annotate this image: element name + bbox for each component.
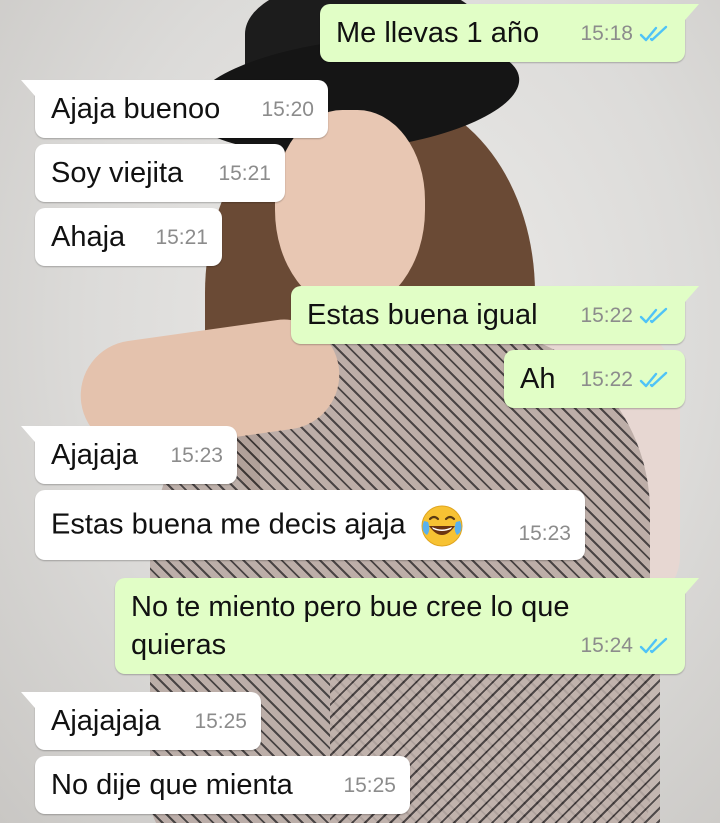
double-check-icon	[639, 307, 668, 324]
message-bubble-incoming[interactable]: Ajaja buenoo 15:20	[21, 80, 328, 138]
message-bubble-incoming[interactable]: Estas buena me decis ajaja 15:23	[35, 490, 585, 560]
message-bubble-outgoing[interactable]: Estas buena igual 15:22	[291, 286, 699, 344]
message-time: 15:25	[194, 710, 247, 733]
message-text: Estas buena me decis ajaja	[51, 508, 406, 541]
message-time: 15:21	[218, 162, 271, 185]
message-meta: 15:25	[343, 767, 396, 805]
message-meta: 15:20	[261, 91, 314, 129]
message-time: 15:23	[518, 522, 571, 545]
message-time: 15:18	[580, 22, 633, 45]
message-text-row: Estas buena me decis ajaja	[51, 504, 569, 548]
message-text: No te miento pero bue cree lo que quiera…	[131, 591, 570, 661]
message-time: 15:23	[170, 444, 223, 467]
message-time: 15:22	[580, 304, 633, 327]
message-time: 15:25	[343, 774, 396, 797]
message-bubble-outgoing[interactable]: Me llevas 1 año 15:18	[320, 4, 699, 62]
double-check-icon	[639, 371, 668, 388]
message-bubble-outgoing[interactable]: Ah 15:22	[504, 350, 685, 408]
message-time: 15:21	[155, 226, 208, 249]
message-bubble-incoming[interactable]: Soy viejita 15:21	[35, 144, 285, 202]
message-meta: 15:22	[580, 361, 671, 399]
message-bubble-incoming[interactable]: No dije que mienta 15:25	[35, 756, 410, 814]
message-meta: 15:22	[580, 297, 671, 335]
message-meta: 15:23	[170, 437, 223, 475]
message-bubble-incoming[interactable]: Ahaja 15:21	[35, 208, 222, 266]
message-meta: 15:24	[580, 627, 671, 665]
message-meta: 15:25	[194, 703, 247, 741]
message-time: 15:22	[580, 368, 633, 391]
message-meta: 15:23	[518, 515, 571, 553]
double-check-icon	[639, 25, 668, 42]
chat-thread: Me llevas 1 año 15:18 Ajaja buenoo 15:20…	[0, 0, 720, 823]
message-bubble-incoming[interactable]: Ajajaja 15:23	[21, 426, 237, 484]
double-check-icon	[639, 637, 668, 654]
message-meta: 15:21	[218, 155, 271, 193]
message-meta: 15:18	[580, 15, 671, 53]
message-bubble-incoming[interactable]: Ajajajaja 15:25	[21, 692, 261, 750]
message-meta: 15:21	[155, 219, 208, 257]
message-bubble-outgoing[interactable]: No te miento pero bue cree lo que quiera…	[115, 578, 699, 674]
message-time: 15:24	[580, 634, 633, 657]
face-with-tears-of-joy-icon	[421, 505, 463, 547]
message-time: 15:20	[261, 98, 314, 121]
